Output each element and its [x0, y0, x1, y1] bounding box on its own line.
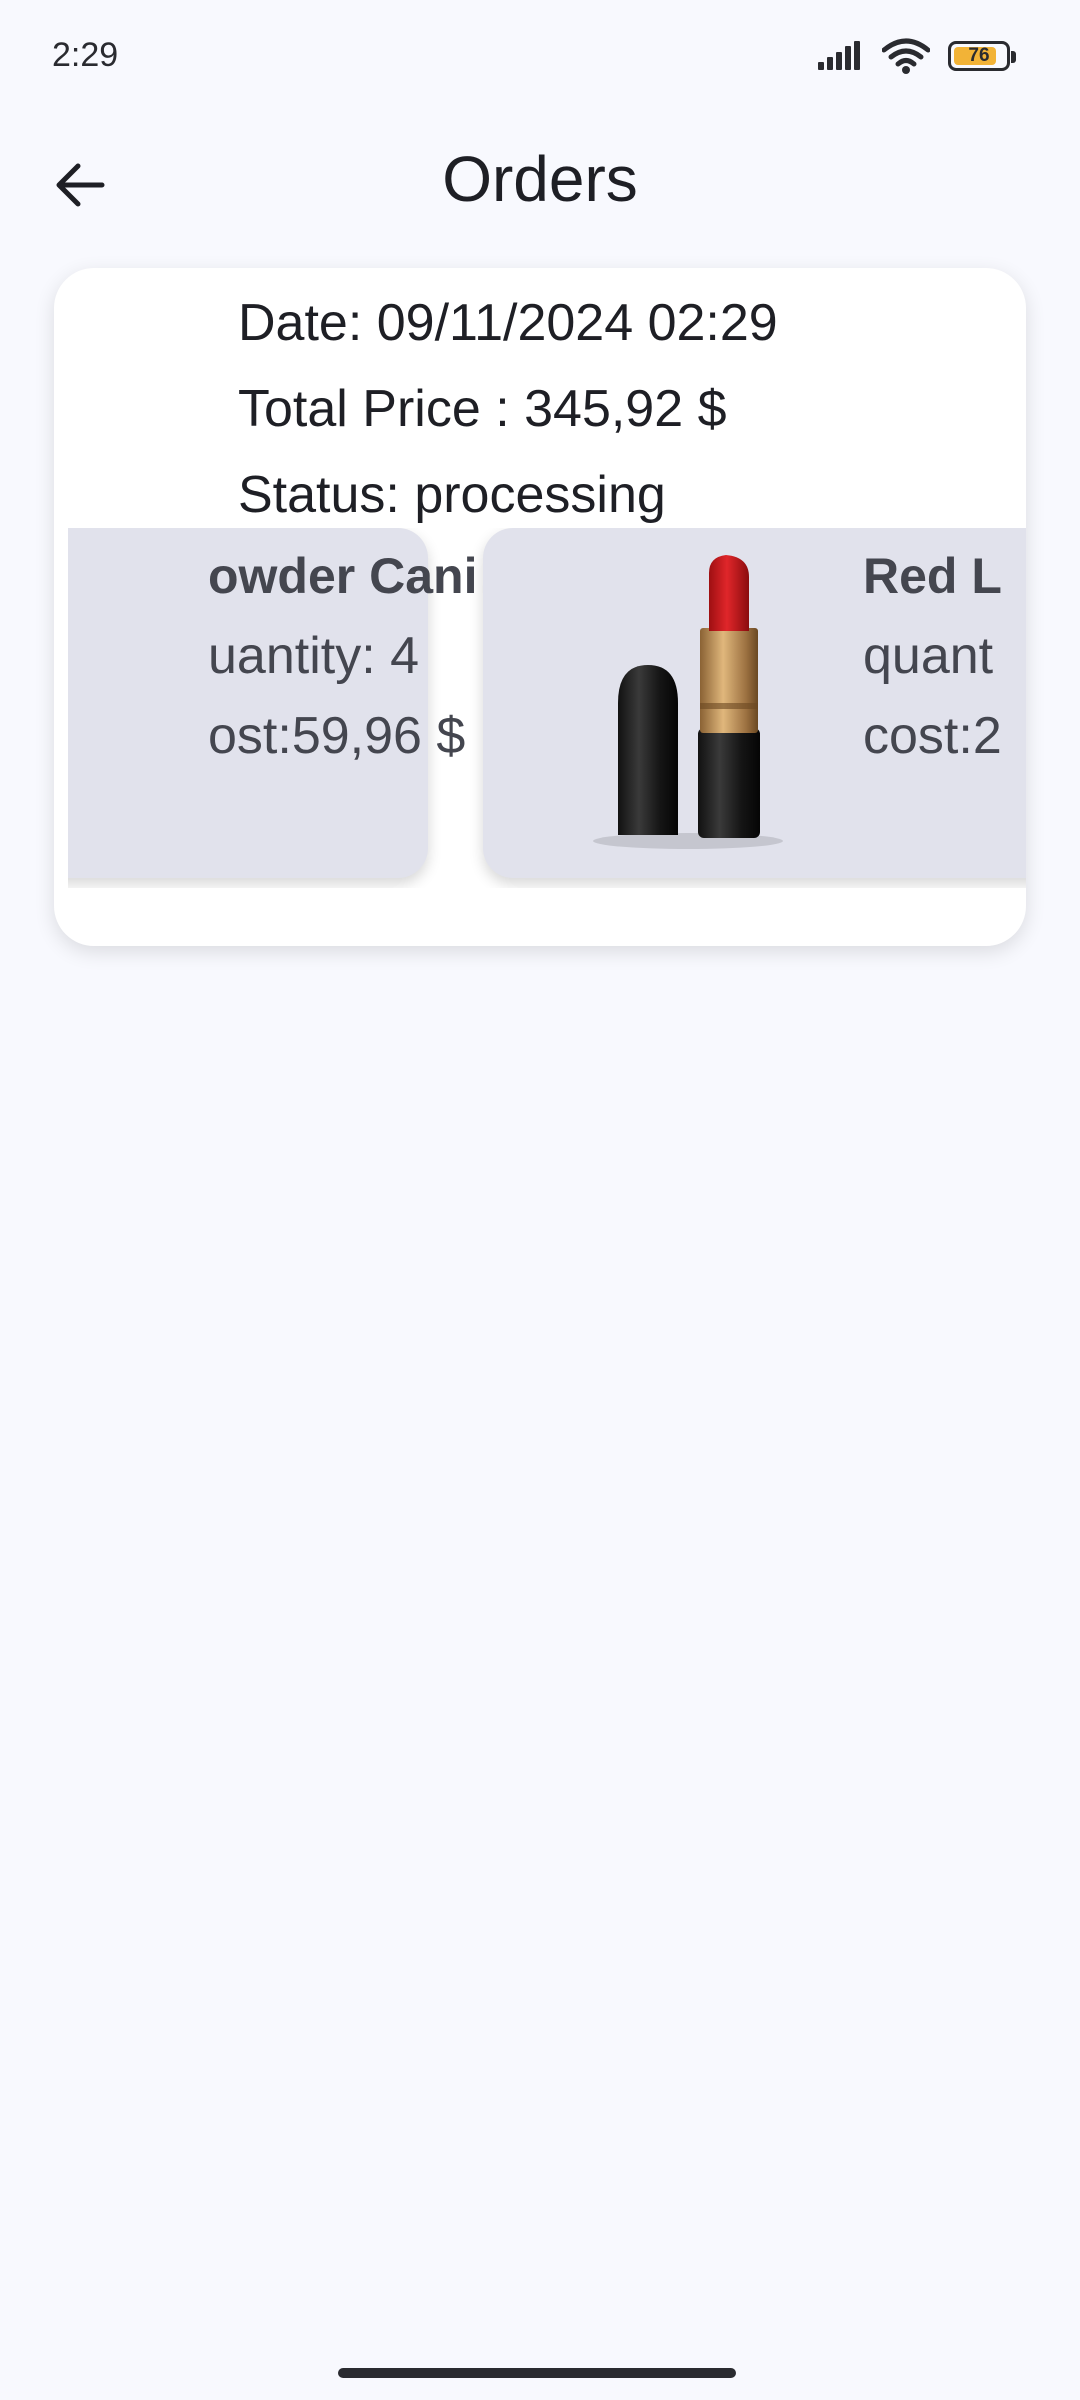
- order-info: Date: 09/11/2024 02:29 Total Price : 345…: [238, 280, 778, 538]
- signal-icon: [818, 41, 860, 70]
- item-quantity: uantity: 4: [208, 627, 420, 685]
- item-text: owder Cani… uantity: 4 ost:59,96 $: [208, 536, 527, 776]
- page-title: Orders: [442, 143, 638, 215]
- battery-icon: 76: [948, 41, 1016, 71]
- status-time: 2:29: [52, 36, 119, 74]
- item-name: Red L: [863, 548, 1002, 604]
- item-text: Red L quant cost:2: [863, 536, 1002, 776]
- item-quantity: quant: [863, 627, 994, 685]
- status-bar: 2:29 76: [0, 0, 1080, 110]
- order-item-card[interactable]: Red L quant cost:2: [483, 528, 1026, 878]
- order-items-carousel[interactable]: owder Cani… uantity: 4 ost:59,96 $ Red L…: [68, 528, 1026, 888]
- lipstick-image: [593, 555, 783, 849]
- wifi-icon: [882, 38, 930, 74]
- order-total-price: Total Price : 345,92 $: [238, 380, 727, 438]
- app-bar: Orders: [0, 110, 1080, 260]
- order-status: Status: processing: [238, 466, 666, 524]
- status-icons: 76: [816, 38, 1016, 74]
- item-cost: ost:59,96 $: [208, 707, 466, 765]
- item-cost: cost:2: [863, 707, 1002, 765]
- order-card[interactable]: Date: 09/11/2024 02:29 Total Price : 345…: [54, 268, 1026, 946]
- order-item-card[interactable]: owder Cani… uantity: 4 ost:59,96 $: [68, 528, 527, 878]
- battery-level: 76: [968, 45, 990, 66]
- item-name: owder Cani…: [208, 548, 528, 604]
- order-date: Date: 09/11/2024 02:29: [238, 294, 778, 352]
- home-indicator[interactable]: [338, 2368, 736, 2378]
